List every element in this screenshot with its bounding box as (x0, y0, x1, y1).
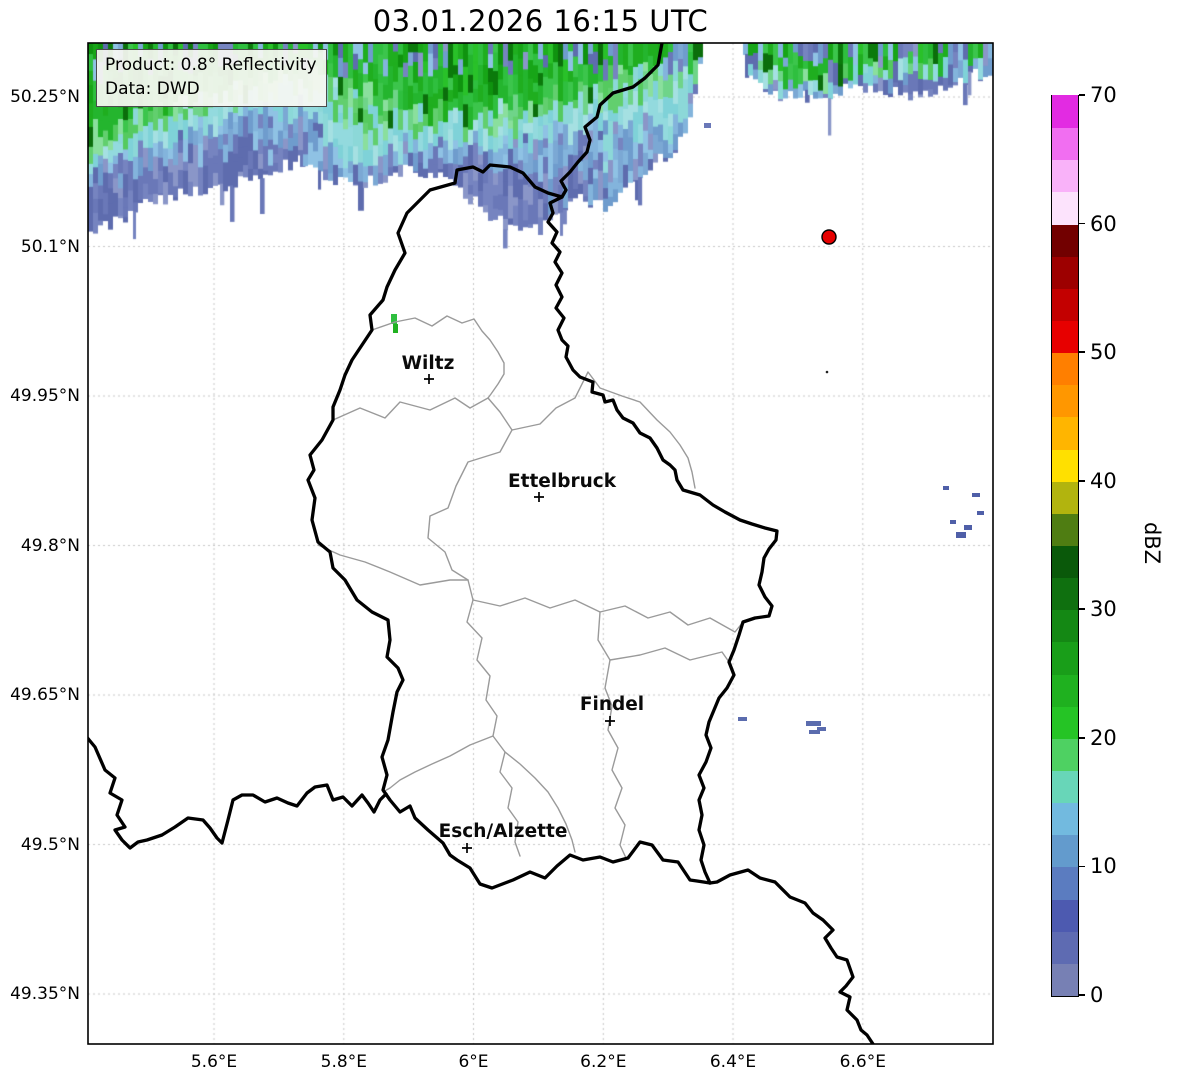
x-tick-label: 6.4°E (688, 1052, 778, 1072)
x-tick-label: 6.6°E (818, 1052, 908, 1072)
y-tick-label: 49.5°N (0, 835, 80, 855)
colorbar-tick-mark (1079, 351, 1085, 353)
colorbar-segment (1052, 545, 1078, 578)
product-info-line1: Product: 0.8° Reflectivity (105, 53, 317, 77)
colorbar-segment (1052, 352, 1078, 385)
colorbar-segment (1052, 255, 1078, 288)
y-tick-label: 50.25°N (0, 87, 80, 107)
colorbar-segment (1052, 577, 1078, 610)
colorbar-segment (1052, 127, 1078, 160)
y-tick-label: 49.95°N (0, 386, 80, 406)
colorbar-tick-label: 40 (1090, 468, 1117, 494)
colorbar-segment (1052, 288, 1078, 321)
colorbar-segment (1052, 963, 1078, 996)
product-info-line2: Data: DWD (105, 77, 317, 101)
colorbar-segment (1052, 191, 1078, 224)
colorbar-segment (1052, 320, 1078, 353)
y-tick-label: 49.8°N (0, 536, 80, 556)
y-tick-label: 50.1°N (0, 237, 80, 257)
colorbar-segment (1052, 416, 1078, 449)
colorbar-segment (1052, 384, 1078, 417)
colorbar-tick-mark (1079, 737, 1085, 739)
colorbar (1051, 95, 1079, 997)
colorbar-tick-label: 60 (1090, 211, 1117, 237)
x-tick-label: 6.2°E (558, 1052, 648, 1072)
colorbar-tick-label: 50 (1090, 339, 1117, 365)
colorbar-segment (1052, 609, 1078, 642)
colorbar-segment (1052, 641, 1078, 674)
colorbar-segment (1052, 223, 1078, 256)
y-tick-label: 49.35°N (0, 984, 80, 1004)
colorbar-segment (1052, 738, 1078, 771)
x-tick-label: 5.8°E (299, 1052, 389, 1072)
colorbar-segment (1052, 930, 1078, 963)
colorbar-tick-label: 20 (1090, 725, 1117, 751)
colorbar-segment (1052, 705, 1078, 738)
colorbar-segment (1052, 802, 1078, 835)
colorbar-tick-mark (1079, 994, 1085, 996)
radar-echo-canvas (88, 43, 993, 1044)
colorbar-tick-mark (1079, 608, 1085, 610)
colorbar-tick-mark (1079, 866, 1085, 868)
colorbar-tick-label: 70 (1090, 82, 1117, 108)
colorbar-segment (1052, 770, 1078, 803)
colorbar-segment (1052, 834, 1078, 867)
radar-map-screenshot: 03.01.2026 16:15 UTC WiltzEttelbruckFind… (0, 0, 1184, 1081)
colorbar-segment (1052, 159, 1078, 192)
colorbar-tick-mark (1079, 480, 1085, 482)
colorbar-tick-label: 10 (1090, 853, 1117, 879)
colorbar-segment (1052, 448, 1078, 481)
y-tick-label: 49.65°N (0, 685, 80, 705)
colorbar-segment (1052, 673, 1078, 706)
colorbar-segment (1052, 95, 1078, 128)
product-info-box: Product: 0.8° Reflectivity Data: DWD (96, 49, 327, 107)
colorbar-tick-label: 30 (1090, 596, 1117, 622)
colorbar-tick-label: 0 (1090, 982, 1103, 1008)
colorbar-segment (1052, 866, 1078, 899)
x-tick-label: 5.6°E (169, 1052, 259, 1072)
colorbar-segment (1052, 480, 1078, 513)
colorbar-segment (1052, 898, 1078, 931)
x-tick-label: 6°E (429, 1052, 519, 1072)
page-title: 03.01.2026 16:15 UTC (88, 4, 993, 38)
colorbar-tick-mark (1079, 223, 1085, 225)
colorbar-unit-label: dBZ (1140, 503, 1164, 583)
colorbar-segment (1052, 513, 1078, 546)
colorbar-tick-mark (1079, 94, 1085, 96)
